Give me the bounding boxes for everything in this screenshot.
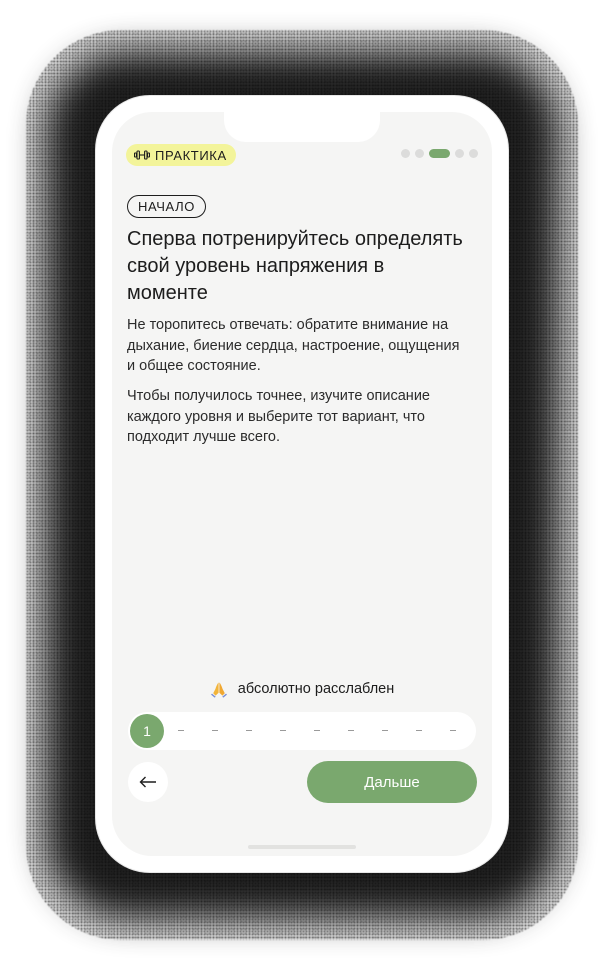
progress-dot — [415, 149, 424, 158]
phone-frame: ПРАКТИКА НАЧАЛО Сперва потренируйтесь оп… — [96, 96, 508, 872]
instruction-paragraph-1: Не торопитесь отвечать: обратите внимани… — [127, 317, 460, 374]
dumbbell-icon — [134, 150, 150, 160]
practice-tag-label: ПРАКТИКА — [155, 147, 227, 163]
progress-dot — [401, 149, 410, 158]
level-scale[interactable]: 1 — [128, 712, 476, 750]
scale-tick — [280, 730, 286, 732]
scale-tick — [178, 730, 184, 732]
instruction-paragraph-2: Чтобы получилось точнее, изучите описани… — [127, 388, 430, 445]
scale-tick — [314, 730, 320, 732]
progress-dot — [455, 149, 464, 158]
level-scale-knob[interactable]: 1 — [130, 714, 164, 748]
step-chip: НАЧАЛО — [127, 195, 206, 218]
folded-hands-icon — [210, 682, 227, 698]
arrow-left-icon — [139, 776, 156, 788]
progress-dot-active — [429, 149, 450, 158]
app-screen: ПРАКТИКА НАЧАЛО Сперва потренируйтесь оп… — [112, 112, 492, 856]
practice-tag: ПРАКТИКА — [126, 144, 236, 166]
level-status: абсолютно расслаблен — [112, 680, 492, 698]
scale-tick — [450, 730, 456, 732]
progress-indicator — [401, 149, 478, 158]
home-indicator — [248, 845, 356, 849]
level-label: абсолютно расслаблен — [237, 681, 395, 697]
notch — [224, 112, 380, 142]
progress-dot — [469, 149, 478, 158]
back-button[interactable] — [128, 762, 168, 802]
scale-tick — [212, 730, 218, 732]
scale-tick — [416, 730, 422, 732]
scale-tick — [246, 730, 252, 732]
next-button[interactable]: Дальше — [307, 761, 477, 803]
scale-tick — [348, 730, 354, 732]
stage: ПРАКТИКА НАЧАЛО Сперва потренируйтесь оп… — [0, 0, 601, 966]
scale-tick — [382, 730, 388, 732]
page-title: Сперва потренируйтесь определять свой ур… — [127, 228, 463, 304]
